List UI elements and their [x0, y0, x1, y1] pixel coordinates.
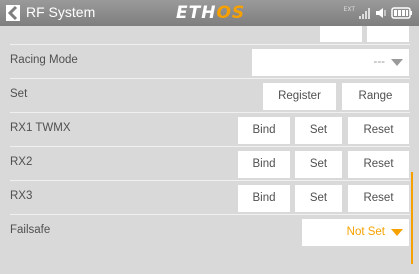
rx2-row: RX2 Bind Set Reset: [10, 147, 410, 181]
partial-button-2[interactable]: [367, 26, 409, 42]
signal-bars-icon: [359, 8, 370, 19]
rx2-reset-button[interactable]: Reset: [348, 151, 409, 178]
list-item-partial: [10, 26, 410, 45]
ethos-logo: ETHOS: [176, 3, 246, 23]
rx1-label: RX1 TWMX: [10, 122, 71, 134]
racing-mode-label: Racing Mode: [10, 54, 78, 66]
rx2-label: RX2: [10, 156, 33, 168]
chevron-left-icon[interactable]: [6, 5, 20, 21]
chevron-down-icon: [391, 229, 403, 236]
rx1-row: RX1 TWMX Bind Set Reset: [10, 113, 410, 147]
battery-icon: [391, 7, 412, 19]
chevron-down-icon: [391, 59, 403, 66]
rx2-bind-button[interactable]: Bind: [238, 151, 290, 178]
racing-mode-row: Racing Mode ---: [10, 45, 410, 79]
set-label: Set: [10, 88, 28, 100]
set-row: Set Register Range: [10, 79, 410, 113]
rx2-set-button[interactable]: Set: [295, 151, 342, 178]
rx1-set-button[interactable]: Set: [295, 117, 342, 144]
page-title: RF System: [26, 4, 96, 20]
racing-mode-select[interactable]: ---: [252, 49, 409, 76]
rx3-set-button[interactable]: Set: [295, 185, 342, 212]
failsafe-select[interactable]: Not Set: [302, 219, 409, 246]
racing-mode-value: ---: [373, 56, 386, 68]
partial-button-1[interactable]: [320, 26, 362, 42]
failsafe-label: Failsafe: [10, 224, 51, 236]
rx3-bind-button[interactable]: Bind: [238, 185, 290, 212]
speaker-icon: [376, 8, 386, 18]
rx1-bind-button[interactable]: Bind: [238, 117, 290, 144]
failsafe-row: Failsafe Not Set: [10, 215, 410, 249]
title-bar: RF System ETHOS EXT: [0, 0, 419, 26]
register-button[interactable]: Register: [263, 83, 336, 110]
scrollbar[interactable]: [411, 172, 413, 264]
range-button[interactable]: Range: [342, 83, 409, 110]
ext-label: EXT: [343, 5, 355, 13]
status-area: EXT: [344, 6, 413, 20]
rx3-row: RX3 Bind Set Reset: [10, 181, 410, 215]
rx1-reset-button[interactable]: Reset: [348, 117, 409, 144]
settings-list: Racing Mode --- Set Register Range RX1 T…: [0, 26, 419, 274]
rx3-reset-button[interactable]: Reset: [348, 185, 409, 212]
failsafe-value: Not Set: [346, 226, 385, 238]
rx3-label: RX3: [10, 190, 33, 202]
